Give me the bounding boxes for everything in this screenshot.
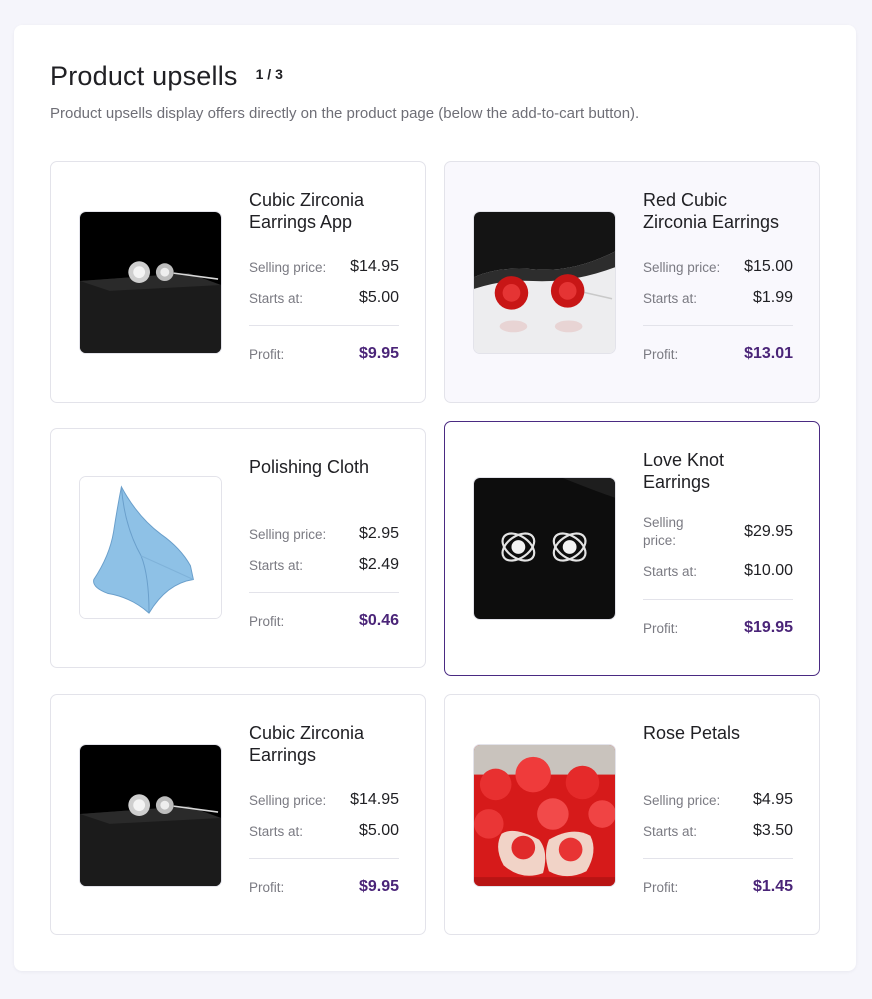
profit-value: $0.46 xyxy=(358,612,399,629)
starts-at-value: $3.50 xyxy=(752,822,793,839)
selling-price-label: Selling price: xyxy=(643,259,721,275)
product-image xyxy=(79,211,222,354)
product-name: Cubic Zirconia Earrings xyxy=(249,723,365,765)
divider xyxy=(643,325,793,326)
selling-price-value: $14.95 xyxy=(350,791,399,808)
selling-price-value: $2.95 xyxy=(358,525,399,542)
profit-row: Profit: $9.95 xyxy=(249,345,399,363)
product-card-selected[interactable]: Love Knot Earrings Selling price: $29.95… xyxy=(444,421,820,676)
starts-at-value: $5.00 xyxy=(358,289,399,306)
profit-value: $9.95 xyxy=(358,345,399,362)
product-info: Love Knot Earrings Selling price: $29.95… xyxy=(643,449,793,637)
panel-header: Product upsells 1 / 3 Product upsells di… xyxy=(50,61,820,122)
selling-price-value: $29.95 xyxy=(744,523,793,540)
starts-at-value: $1.99 xyxy=(752,289,793,306)
product-card[interactable]: Rose Petals Selling price: $4.95 Starts … xyxy=(444,694,820,935)
divider xyxy=(249,592,399,593)
selling-price-label: Selling price: xyxy=(249,259,327,275)
starts-at-row: Starts at: $3.50 xyxy=(643,822,793,840)
product-image xyxy=(473,211,616,354)
profit-label: Profit: xyxy=(249,879,285,895)
profit-label: Profit: xyxy=(643,879,679,895)
product-image xyxy=(473,477,616,620)
profit-row: Profit: $9.95 xyxy=(249,878,399,896)
profit-row: Profit: $13.01 xyxy=(643,345,793,363)
profit-label: Profit: xyxy=(249,346,285,362)
profit-label: Profit: xyxy=(643,620,679,636)
selling-price-value: $14.95 xyxy=(350,258,399,275)
selling-price-value: $4.95 xyxy=(752,791,793,808)
starts-at-label: Starts at: xyxy=(249,290,304,306)
starts-at-label: Starts at: xyxy=(643,563,698,579)
selling-price-row: Selling price: $14.95 xyxy=(249,258,399,276)
starts-at-row: Starts at: $10.00 xyxy=(643,562,793,580)
starts-at-value: $5.00 xyxy=(358,822,399,839)
product-info: Polishing Cloth Selling price: $2.95 Sta… xyxy=(249,456,399,630)
product-card[interactable]: Red Cubic Zirconia Earrings Selling pric… xyxy=(444,161,820,403)
selling-price-label: Selling price: xyxy=(249,792,327,808)
product-name: Cubic Zirconia Earrings App xyxy=(249,190,365,232)
page-subtitle: Product upsells display offers directly … xyxy=(50,105,640,122)
selling-price-row: Selling price: $4.95 xyxy=(643,791,793,809)
profit-value: $19.95 xyxy=(744,619,793,636)
selling-price-label: Selling price: xyxy=(643,515,684,548)
upsells-panel: Product upsells 1 / 3 Product upsells di… xyxy=(14,25,856,971)
profit-label: Profit: xyxy=(643,346,679,362)
profit-row: Profit: $1.45 xyxy=(643,878,793,896)
product-card[interactable]: Cubic Zirconia Earrings App Selling pric… xyxy=(50,161,426,403)
product-name: Rose Petals xyxy=(643,723,741,743)
product-info: Cubic Zirconia Earrings App Selling pric… xyxy=(249,189,399,363)
product-name: Red Cubic Zirconia Earrings xyxy=(643,190,780,232)
divider xyxy=(643,599,793,600)
starts-at-row: Starts at: $5.00 xyxy=(249,289,399,307)
product-card[interactable]: Polishing Cloth Selling price: $2.95 Sta… xyxy=(50,428,426,668)
starts-at-label: Starts at: xyxy=(643,823,698,839)
divider xyxy=(249,858,399,859)
product-info: Cubic Zirconia Earrings Selling price: $… xyxy=(249,722,399,896)
product-info: Rose Petals Selling price: $4.95 Starts … xyxy=(643,722,793,896)
profit-row: Profit: $19.95 xyxy=(643,619,793,637)
starts-at-label: Starts at: xyxy=(643,290,698,306)
divider xyxy=(249,325,399,326)
starts-at-value: $10.00 xyxy=(744,562,793,579)
profit-value: $1.45 xyxy=(752,878,793,895)
profit-label: Profit: xyxy=(249,613,285,629)
product-image xyxy=(79,476,222,619)
starts-at-row: Starts at: $1.99 xyxy=(643,289,793,307)
selling-price-label: Selling price: xyxy=(249,526,327,542)
product-info: Red Cubic Zirconia Earrings Selling pric… xyxy=(643,189,793,363)
product-image xyxy=(473,744,616,887)
product-image xyxy=(79,744,222,887)
selling-price-row: Selling price: $29.95 xyxy=(643,514,793,550)
starts-at-value: $2.49 xyxy=(358,556,399,573)
starts-at-label: Starts at: xyxy=(249,823,304,839)
starts-at-row: Starts at: $5.00 xyxy=(249,822,399,840)
product-name: Love Knot Earrings xyxy=(643,450,725,492)
selling-price-row: Selling price: $15.00 xyxy=(643,258,793,276)
page-title: Product upsells xyxy=(50,61,238,91)
profit-value: $13.01 xyxy=(744,345,793,362)
selling-price-value: $15.00 xyxy=(744,258,793,275)
selling-price-row: Selling price: $2.95 xyxy=(249,525,399,543)
starts-at-label: Starts at: xyxy=(249,557,304,573)
product-name: Polishing Cloth xyxy=(249,457,370,477)
page-indicator: 1 / 3 xyxy=(255,66,283,82)
divider xyxy=(643,858,793,859)
starts-at-row: Starts at: $2.49 xyxy=(249,556,399,574)
selling-price-row: Selling price: $14.95 xyxy=(249,791,399,809)
selling-price-label: Selling price: xyxy=(643,792,721,808)
profit-row: Profit: $0.46 xyxy=(249,612,399,630)
profit-value: $9.95 xyxy=(358,878,399,895)
product-card[interactable]: Cubic Zirconia Earrings Selling price: $… xyxy=(50,694,426,935)
